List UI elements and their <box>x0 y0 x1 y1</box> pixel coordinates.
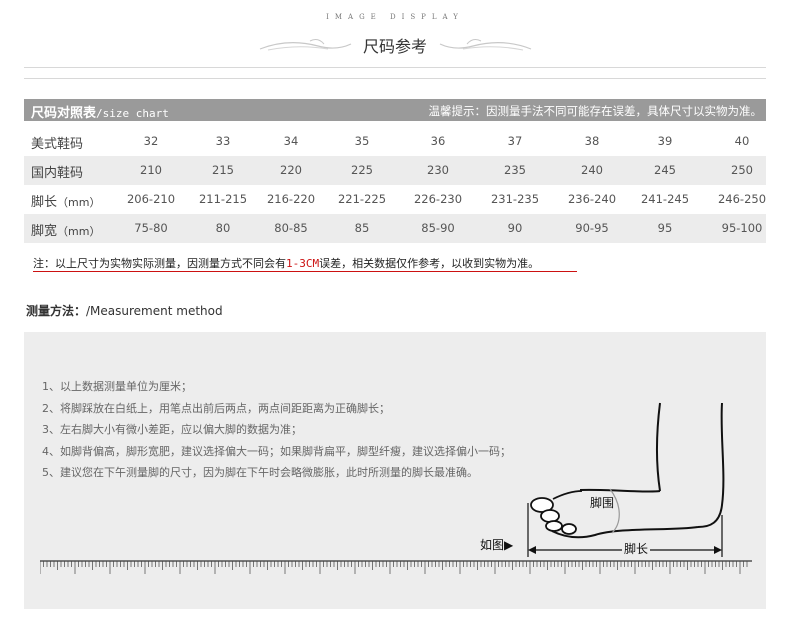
row-label: 国内鞋码 <box>31 162 83 181</box>
table-row: 脚长（mm） 206-210 211-215 216-220 221-225 226-23… <box>24 185 766 214</box>
step-item: 2、将脚踩放在白纸上，用笔点出前后两点，两点间距距离为正确脚长； <box>42 401 390 415</box>
image-display-caption: IMAGE DISPLAY <box>326 13 464 21</box>
toe-icon <box>561 523 577 535</box>
table-cell: 39 <box>657 134 673 148</box>
divider-top <box>24 67 766 68</box>
size-chart-tip: 温馨提示：因测量手法不同可能存在误差，具体尺寸以实物为准。 <box>428 104 763 118</box>
measurement-method-heading: 测量方法：/Measurement method <box>26 302 223 319</box>
size-chart-title: 尺码对照表/size chart <box>31 102 169 121</box>
table-cell: 226-230 <box>413 192 463 206</box>
table-cell: 236-240 <box>567 192 617 206</box>
note-underline <box>33 271 577 272</box>
step-item: 1、以上数据测量单位为厘米； <box>42 380 192 393</box>
toe-icon <box>545 520 563 532</box>
size-note: 注：以上尺寸为实物实际测量，因测量方式不同会有1-3CM误差，相关数据仅作参考，… <box>33 255 539 271</box>
method-subtitle: /Measurement method <box>86 304 223 318</box>
row-label: 美式鞋码 <box>31 133 83 152</box>
instep-line <box>579 488 661 493</box>
table-cell: 35 <box>354 134 370 148</box>
table-cell: 210 <box>140 163 162 177</box>
table-cell: 245 <box>654 163 676 177</box>
table-cell: 215 <box>212 163 234 177</box>
row-label: 脚长（mm） <box>31 191 100 210</box>
table-cell: 240 <box>581 163 603 177</box>
table-cell: 37 <box>507 134 523 148</box>
table-cell: 95-100 <box>721 221 763 235</box>
step-item: 5、建议您在下午测量脚的尺寸，因为脚在下午时会略微膨胀，此时所测量的脚长最准确。 <box>42 466 478 479</box>
size-chart-title-en: /size chart <box>96 107 169 120</box>
size-chart-title-cn: 尺码对照表 <box>31 106 97 121</box>
method-title: 测量方法： <box>26 304 87 318</box>
heel-line <box>697 402 725 528</box>
table-row: 美式鞋码 32 33 34 35 36 37 38 39 40 <box>24 127 766 156</box>
table-cell: 221-225 <box>337 192 387 206</box>
table-cell: 231-235 <box>490 192 540 206</box>
table-cell: 211-215 <box>198 192 248 206</box>
right-ornament <box>439 39 532 51</box>
row-label-text: 国内鞋码 <box>31 166 84 181</box>
table-cell: 216-220 <box>266 192 316 206</box>
table-cell: 80-85 <box>274 221 308 235</box>
table-cell: 34 <box>283 134 299 148</box>
leg-front-line <box>656 402 661 492</box>
table-cell: 38 <box>584 134 600 148</box>
table-cell: 225 <box>351 163 373 177</box>
note-prefix: 注：以上尺寸为实物实际测量，因测量方式不同会有 <box>33 257 286 270</box>
table-cell: 85-90 <box>421 221 455 235</box>
row-unit: （mm） <box>57 196 101 209</box>
step-item: 3、左右脚大小有微小差距，应以偏大脚的数据为准； <box>42 423 302 436</box>
page-title: 尺码参考 <box>362 37 427 56</box>
table-cell: 235 <box>504 163 526 177</box>
table-cell: 250 <box>731 163 753 177</box>
table-cell: 32 <box>143 134 159 148</box>
measurement-steps: 1、以上数据测量单位为厘米； 2、将脚踩放在白纸上，用笔点出前后两点，两点间距距… <box>42 376 511 484</box>
row-label-text: 脚宽 <box>31 224 58 239</box>
table-cell: 90-95 <box>575 221 609 235</box>
play-arrow-icon: ▶ <box>504 538 514 552</box>
toe-icon <box>540 509 560 523</box>
table-cell: 90 <box>507 221 523 235</box>
table-cell: 33 <box>215 134 231 148</box>
table-row: 脚宽（mm） 75-80 80 80-85 85 85-90 90 90-95 95 95-100 <box>24 214 766 243</box>
note-range: 1-3CM <box>286 257 320 270</box>
divider-bottom <box>24 78 766 79</box>
table-cell: 75-80 <box>134 221 168 235</box>
table-cell: 220 <box>280 163 302 177</box>
example-label-text: 如图 <box>480 538 505 552</box>
table-cell: 206-210 <box>126 192 176 206</box>
note-suffix: 误差，相关数据仅作参考，以收到实物为准。 <box>319 257 540 270</box>
example-label: 如图▶ <box>480 536 513 553</box>
table-cell: 40 <box>734 134 750 148</box>
table-cell: 241-245 <box>640 192 690 206</box>
row-label-text: 美式鞋码 <box>31 137 84 152</box>
table-cell: 95 <box>657 221 673 235</box>
table-cell: 230 <box>427 163 449 177</box>
table-cell: 80 <box>215 221 231 235</box>
length-label: 脚长 <box>622 540 651 557</box>
table-cell: 85 <box>354 221 370 235</box>
row-unit: （mm） <box>57 225 101 238</box>
table-cell: 246-250 <box>717 192 767 206</box>
circumference-label: 脚围 <box>590 496 615 510</box>
size-chart-header: 尺码对照表/size chart 温馨提示：因测量手法不同可能存在误差，具体尺寸… <box>24 99 766 121</box>
step-item: 4、如脚背偏高，脚形宽肥，建议选择偏大一码；如果脚背扁平，脚型纤瘦，建议选择偏小… <box>42 444 511 458</box>
ruler <box>40 560 752 574</box>
row-label: 脚宽（mm） <box>31 220 100 239</box>
table-row: 国内鞋码 210 215 220 225 230 235 240 245 250 <box>24 156 766 185</box>
table-cell: 36 <box>430 134 446 148</box>
row-label-text: 脚长 <box>31 195 58 210</box>
